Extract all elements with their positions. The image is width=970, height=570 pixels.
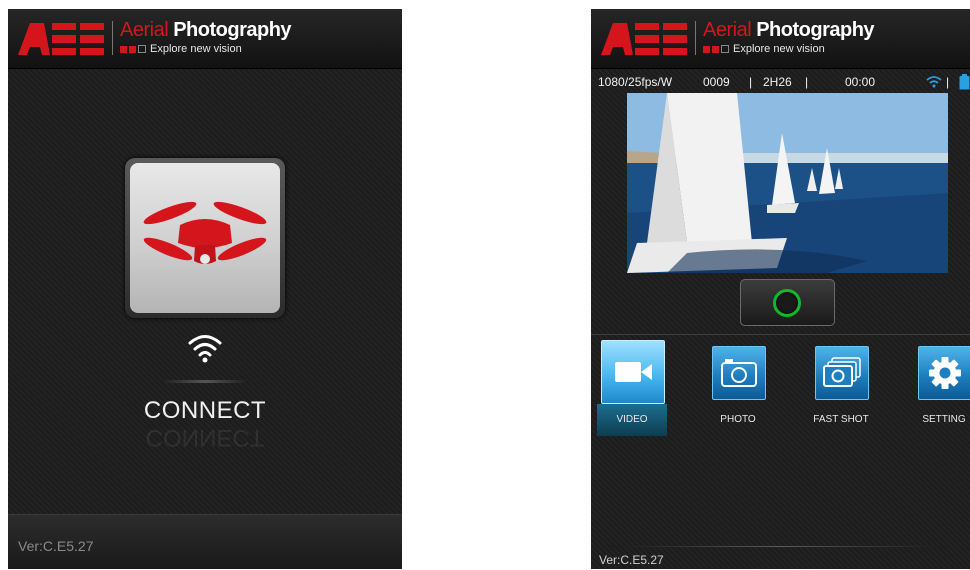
app-title-part2: Photography (756, 19, 875, 41)
mode-label-setting: SETTING (922, 414, 966, 425)
record-button[interactable] (740, 279, 835, 326)
mode-divider (591, 334, 970, 335)
status-bar: 1080/25fps/W 0009 | 2H26 | 00:00 | (591, 71, 970, 93)
camera-screen: Aerial Photography Explore new vision 10… (591, 9, 970, 569)
version-label: Ver:C.E5.27 (599, 553, 664, 567)
gear-icon (929, 357, 961, 389)
wifi-status-icon (926, 76, 942, 88)
app-title-part1: Aerial (120, 19, 169, 41)
wifi-icon (188, 335, 222, 363)
aee-logo (601, 23, 687, 55)
sailboat-preview-image (627, 93, 948, 273)
logo-separator (112, 21, 113, 55)
record-icon (773, 289, 801, 317)
connect-label[interactable]: CONNECT (8, 397, 402, 425)
connect-screen: Aerial Photography Explore new vision CO… (8, 9, 402, 569)
logo-separator (695, 21, 696, 55)
drone-connect-button[interactable] (125, 158, 285, 318)
mode-photo[interactable]: PHOTO (707, 340, 771, 440)
resolution-status: 1080/25fps/W (598, 75, 673, 89)
aee-logo (18, 23, 104, 55)
fast-shot-mode-tile[interactable] (815, 346, 869, 400)
app-subtitle: Explore new vision (120, 43, 242, 55)
mode-label-video: VIDEO (597, 404, 667, 436)
mode-fast-shot[interactable]: FAST SHOT (810, 340, 874, 440)
header-bar: Aerial Photography Explore new vision (8, 9, 402, 69)
mode-label-photo: PHOTO (720, 414, 756, 425)
live-preview[interactable] (627, 93, 948, 273)
battery-icon (959, 74, 970, 90)
photo-mode-tile[interactable] (712, 346, 766, 400)
footer-divider (611, 546, 950, 547)
app-title-part2: Photography (173, 19, 292, 41)
connect-label-reflection: CONNECT (145, 424, 265, 451)
video-camera-icon (615, 362, 652, 382)
video-mode-tile[interactable] (601, 340, 665, 404)
app-subtitle-text: Explore new vision (150, 43, 242, 55)
footer-bar: Ver:C.E5.27 (8, 514, 402, 569)
version-label: Ver:C.E5.27 (18, 538, 94, 554)
camera-icon (721, 359, 757, 387)
app-subtitle: Explore new vision (703, 43, 825, 55)
burst-camera-icon (823, 357, 861, 387)
status-separator: | (805, 75, 809, 89)
drone-icon (143, 201, 267, 264)
remaining-time: 2H26 (763, 75, 792, 89)
setting-mode-tile[interactable] (918, 346, 970, 400)
app-title-part1: Aerial (703, 19, 752, 41)
mode-setting[interactable]: SETTING (913, 340, 970, 440)
photo-count: 0009 (703, 75, 730, 89)
status-separator: | (946, 75, 950, 89)
app-title: Aerial Photography (703, 19, 875, 42)
mode-video[interactable]: VIDEO (597, 340, 667, 440)
app-subtitle-text: Explore new vision (733, 43, 825, 55)
record-timer: 00:00 (845, 75, 876, 89)
mode-label-fast-shot: FAST SHOT (813, 414, 869, 425)
header-bar: Aerial Photography Explore new vision (591, 9, 970, 69)
app-title: Aerial Photography (120, 19, 292, 42)
drone-button-face (130, 163, 280, 313)
connect-divider (164, 380, 246, 383)
status-separator: | (749, 75, 753, 89)
